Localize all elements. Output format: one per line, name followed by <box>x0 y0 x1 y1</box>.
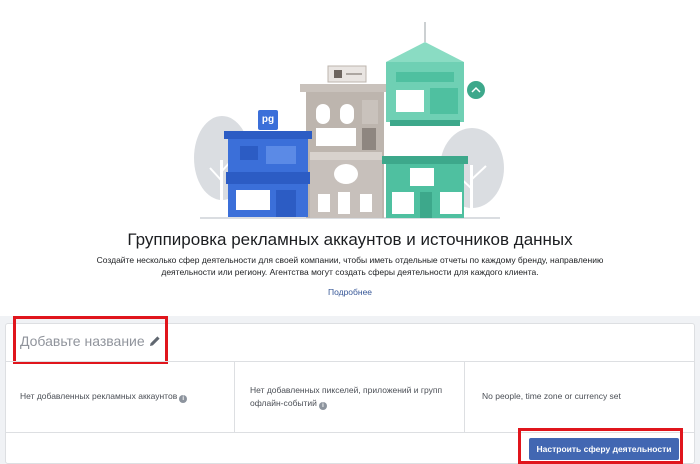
column-divider <box>464 361 465 432</box>
info-icon[interactable]: i <box>179 395 188 403</box>
pencil-icon[interactable] <box>148 334 162 348</box>
learn-more-link[interactable]: Подробнее <box>0 287 700 297</box>
people-label: No people, time zone or currency set <box>482 391 621 401</box>
data-sources-status: Нет добавленных пикселей, приложений и г… <box>250 384 455 410</box>
ad-accounts-label: Нет добавленных рекламных аккаунтов <box>20 391 178 401</box>
divider <box>5 361 695 362</box>
ad-accounts-status: Нет добавленных рекламных аккаунтов i <box>20 390 225 403</box>
storefront-illustration <box>194 22 504 219</box>
name-field[interactable]: Добавьте название <box>20 333 145 349</box>
hero-section: Группировка рекламных аккаунтов и источн… <box>0 0 700 316</box>
page-description: Создайте несколько сфер деятельности для… <box>96 255 604 277</box>
data-sources-label: Нет добавленных пикселей, приложений и г… <box>250 385 443 408</box>
storefront-logo: pg <box>261 114 275 125</box>
people-status: No people, time zone or currency set <box>482 390 687 403</box>
page-title: Группировка рекламных аккаунтов и источн… <box>127 230 573 249</box>
setup-business-unit-button[interactable]: Настроить сферу деятельности <box>529 438 679 460</box>
info-icon[interactable]: i <box>318 402 327 410</box>
column-divider <box>234 361 235 432</box>
